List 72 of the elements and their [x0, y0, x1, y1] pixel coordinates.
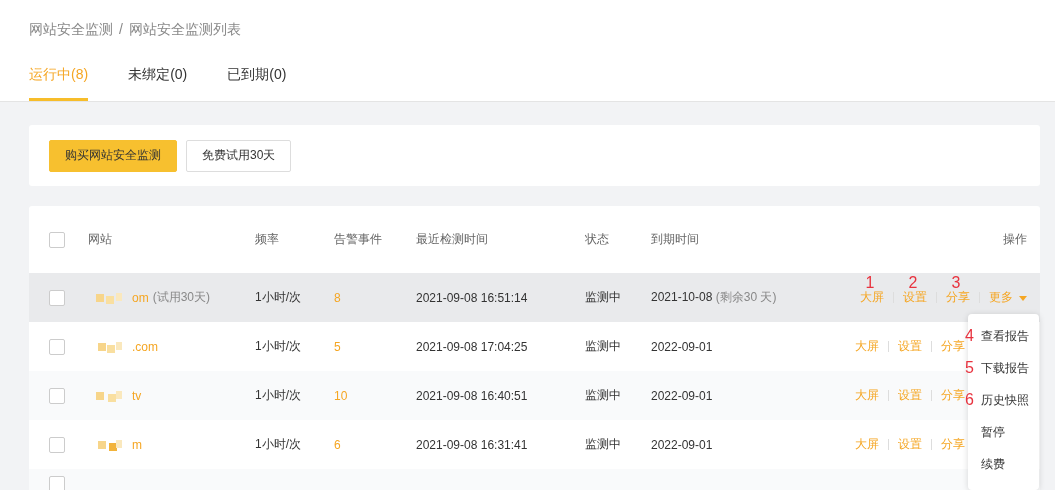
- action-link[interactable]: 分享: [941, 387, 965, 404]
- annotation-number: 6: [965, 391, 974, 410]
- alert-count[interactable]: 5: [334, 339, 416, 354]
- action-link[interactable]: 大屏: [860, 289, 884, 306]
- menu-item[interactable]: 历史快照: [981, 393, 1029, 407]
- select-all-checkbox[interactable]: [49, 231, 65, 248]
- menu-item[interactable]: 查看报告: [981, 329, 1029, 343]
- table-cell-text: 监测中: [585, 387, 622, 404]
- action-link[interactable]: 分享: [941, 338, 965, 355]
- table-cell-text: 监测中: [585, 289, 622, 306]
- action-link[interactable]: 分享: [941, 436, 965, 453]
- row-checkbox[interactable]: [49, 289, 65, 306]
- action-link[interactable]: 大屏: [855, 338, 879, 355]
- annotation-number: 1: [865, 273, 875, 291]
- row-checkbox[interactable]: [49, 338, 65, 355]
- remaining-note: (剩余30 天): [715, 290, 777, 304]
- column-header: 到期时间: [651, 231, 700, 248]
- column-header: 操作: [1003, 231, 1028, 248]
- annotation-number: 3: [951, 273, 961, 291]
- menu-item[interactable]: 暂停: [981, 425, 1005, 439]
- site-domain[interactable]: tv: [132, 388, 142, 403]
- alert-count[interactable]: 6: [334, 437, 416, 452]
- trial-note: (试用30天): [152, 289, 210, 306]
- column-header: 状态: [585, 231, 610, 248]
- table-cell-text: 2021-09-08 17:04:25: [416, 339, 529, 354]
- table-cell-text: 1小时/次: [255, 338, 302, 355]
- table-cell: 2022-09-01: [651, 437, 713, 452]
- table-cell-text: 2021-09-08 16:51:14: [416, 290, 529, 305]
- annotation-number: 4: [965, 326, 974, 344]
- table-cell-text: 1小时/次: [255, 436, 302, 453]
- action-link[interactable]: 设置: [898, 338, 922, 355]
- trial-button[interactable]: 免费试用30天: [186, 139, 292, 172]
- table-cell: 2021-10-08: [651, 290, 713, 304]
- tab[interactable]: 已到期(0): [227, 66, 287, 101]
- action-link[interactable]: 设置: [898, 436, 922, 453]
- column-header: 网站: [88, 231, 113, 248]
- buy-button[interactable]: 购买网站安全监测: [49, 139, 177, 172]
- site-domain[interactable]: m: [132, 437, 142, 452]
- table-cell-text: 监测中: [585, 338, 622, 355]
- action-link[interactable]: 大屏: [855, 436, 879, 453]
- table-cell: 2022-09-01: [651, 388, 713, 403]
- row-checkbox[interactable]: [49, 387, 65, 404]
- more-dropdown[interactable]: 更多: [989, 289, 1027, 306]
- table-cell-text: 1小时/次: [255, 387, 302, 404]
- breadcrumb-item: 网站安全监测: [29, 21, 113, 39]
- column-header: 频率: [255, 231, 280, 248]
- action-link[interactable]: 大屏: [855, 387, 879, 404]
- table-cell-text: 2021-09-08 16:40:51: [416, 388, 529, 403]
- tab[interactable]: 未绑定(0): [128, 66, 188, 101]
- action-link[interactable]: 设置: [903, 289, 927, 306]
- alert-count[interactable]: 8: [334, 290, 416, 305]
- menu-item[interactable]: 续费: [981, 457, 1005, 471]
- menu-item[interactable]: 下载报告: [981, 361, 1029, 375]
- caret-icon: [1019, 296, 1027, 301]
- breadcrumb-item: /: [119, 21, 123, 39]
- column-header: 告警事件: [334, 231, 383, 248]
- column-header: 最近检测时间: [416, 231, 489, 248]
- table-cell-text: 2021-09-08 16:31:41: [416, 437, 529, 452]
- table-cell: 2022-09-01: [651, 339, 713, 354]
- site-domain[interactable]: .com: [132, 339, 158, 354]
- site-domain[interactable]: om: [132, 290, 149, 305]
- row-checkbox[interactable]: [49, 436, 65, 453]
- table-cell-text: 1小时/次: [255, 289, 302, 306]
- breadcrumb-item: 网站安全监测列表: [128, 21, 241, 39]
- tab[interactable]: 运行中(8): [29, 66, 89, 101]
- alert-count[interactable]: 10: [334, 388, 416, 403]
- table-cell-text: 监测中: [585, 436, 622, 453]
- action-link[interactable]: 设置: [898, 387, 922, 404]
- action-link[interactable]: 分享: [946, 289, 970, 306]
- annotation-number: 5: [965, 358, 974, 378]
- annotation-number: 2: [908, 273, 918, 291]
- row-checkbox[interactable]: [49, 476, 65, 490]
